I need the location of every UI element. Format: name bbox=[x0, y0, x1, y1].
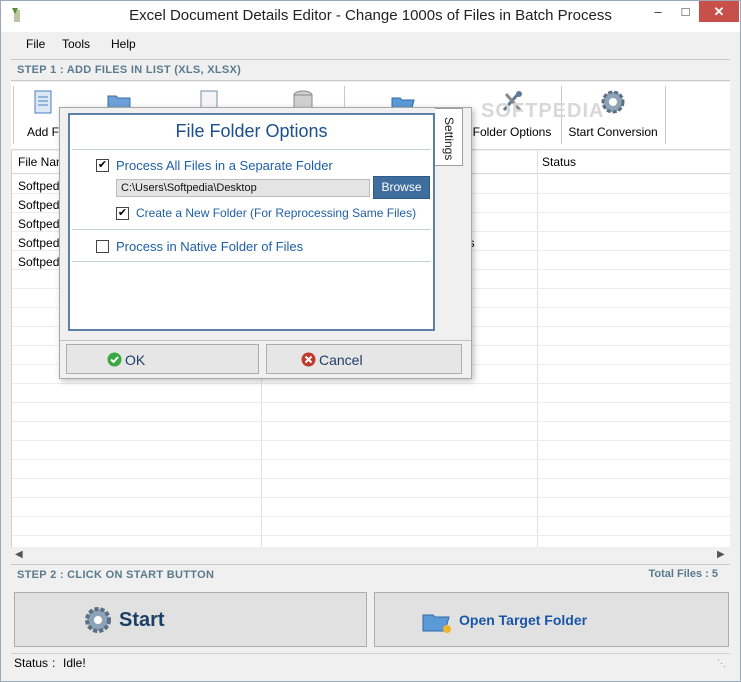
open-folder-icon bbox=[422, 614, 451, 633]
native-folder-checkbox[interactable] bbox=[96, 240, 109, 253]
status-separator: : bbox=[52, 656, 56, 670]
cancel-icon bbox=[301, 352, 316, 367]
toolbar-separator bbox=[665, 86, 666, 144]
cancel-label: Cancel bbox=[319, 352, 363, 368]
resize-grip-icon[interactable]: ⋱ bbox=[717, 658, 726, 669]
status-value: Idle! bbox=[63, 656, 86, 670]
add-files-button[interactable]: Add F bbox=[23, 86, 63, 146]
row-line bbox=[12, 516, 731, 517]
softpedia-watermark: SOFTPEDIA bbox=[481, 100, 605, 122]
table-row[interactable]: Softped bbox=[18, 179, 59, 193]
toolbar-separator bbox=[13, 86, 14, 144]
start-label: Start bbox=[119, 609, 165, 631]
row-line bbox=[12, 440, 731, 441]
dialog-divider bbox=[72, 261, 431, 262]
row-line bbox=[12, 478, 731, 479]
step2-label: STEP 2 : CLICK ON START BUTTON bbox=[17, 569, 215, 581]
tab-settings[interactable]: Settings bbox=[435, 108, 463, 166]
ok-button[interactable]: OK bbox=[66, 344, 259, 374]
cancel-button[interactable]: Cancel bbox=[266, 344, 462, 374]
menu-help[interactable]: Help bbox=[111, 37, 136, 51]
table-row[interactable]: Softped bbox=[18, 217, 59, 231]
row-line bbox=[12, 383, 731, 384]
separate-folder-label[interactable]: Process All Files in a Separate Folder bbox=[116, 158, 333, 173]
table-row[interactable]: Softped bbox=[18, 236, 59, 250]
table-row[interactable]: Softped bbox=[18, 198, 59, 212]
dialog-title: File Folder Options bbox=[175, 121, 328, 141]
minimize-button[interactable]: – bbox=[644, 1, 672, 22]
app-window: Excel Document Details Editor - Change 1… bbox=[0, 0, 741, 682]
new-folder-checkbox[interactable]: ✔ bbox=[116, 207, 129, 220]
dialog-divider bbox=[72, 149, 431, 150]
check-icon bbox=[107, 352, 122, 367]
step1-label: STEP 1 : ADD FILES IN LIST (XLS, XLSX) bbox=[17, 64, 242, 76]
row-line bbox=[12, 535, 731, 536]
dialog-panel: File Folder Options ✔ Process All Files … bbox=[68, 113, 435, 331]
menu-file[interactable]: File bbox=[26, 37, 45, 51]
row-line bbox=[12, 497, 731, 498]
horizontal-scrollbar[interactable]: ◀ ▶ bbox=[11, 547, 730, 563]
table-row[interactable]: Softped bbox=[18, 255, 59, 269]
separate-folder-checkbox[interactable]: ✔ bbox=[96, 159, 109, 172]
scroll-right-icon[interactable]: ▶ bbox=[717, 549, 725, 560]
folder-path-input[interactable]: C:\Users\Softpedia\Desktop bbox=[116, 179, 370, 197]
folder-options-label: Folder Options bbox=[472, 125, 552, 139]
add-files-icon bbox=[34, 90, 52, 114]
open-target-folder-button[interactable]: Open Target Folder bbox=[374, 592, 729, 647]
file-folder-options-dialog: File Folder Options ✔ Process All Files … bbox=[59, 107, 472, 379]
window-title: Excel Document Details Editor - Change 1… bbox=[129, 7, 612, 24]
row-line bbox=[12, 402, 731, 403]
ok-label: OK bbox=[125, 352, 146, 368]
new-folder-label[interactable]: Create a New Folder (For Reprocessing Sa… bbox=[136, 206, 416, 220]
settings-tab-label: Settings bbox=[442, 117, 456, 161]
maximize-button[interactable]: □ bbox=[672, 1, 699, 22]
open-target-folder-label: Open Target Folder bbox=[459, 612, 588, 628]
scroll-left-icon[interactable]: ◀ bbox=[15, 549, 23, 560]
browse-button[interactable]: Browse bbox=[373, 176, 430, 199]
column-header-status[interactable]: Status bbox=[542, 155, 576, 169]
column-divider bbox=[537, 151, 538, 547]
step2-header: STEP 2 : CLICK ON START BUTTON Total Fil… bbox=[11, 564, 730, 586]
close-button[interactable]: ✕ bbox=[699, 1, 739, 22]
start-conversion-label: Start Conversion bbox=[568, 125, 658, 139]
total-files: Total Files : 5 bbox=[648, 568, 718, 580]
step1-header: STEP 1 : ADD FILES IN LIST (XLS, XLSX) bbox=[11, 59, 730, 81]
title-bar: Excel Document Details Editor - Change 1… bbox=[1, 1, 740, 32]
dialog-button-divider bbox=[60, 340, 471, 341]
add-files-label: Add F bbox=[26, 125, 59, 139]
row-line bbox=[12, 459, 731, 460]
status-bar: Status : Idle! ⋱ bbox=[11, 653, 730, 671]
gear-icon bbox=[85, 607, 111, 633]
row-line bbox=[12, 421, 731, 422]
start-button[interactable]: Start bbox=[14, 592, 367, 647]
status-label: Status bbox=[14, 656, 49, 670]
dialog-divider bbox=[72, 229, 431, 230]
native-folder-label[interactable]: Process in Native Folder of Files bbox=[116, 239, 303, 254]
menu-tools[interactable]: Tools bbox=[62, 37, 90, 51]
